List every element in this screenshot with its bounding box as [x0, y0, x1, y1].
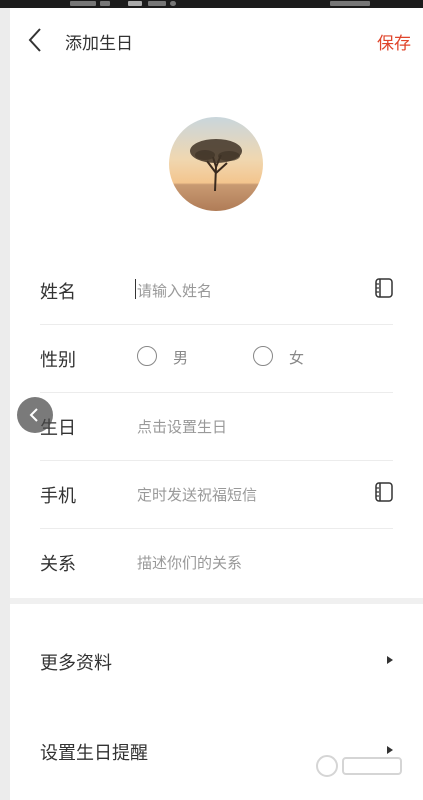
triangle-right-icon	[387, 656, 393, 664]
contact-book-icon[interactable]	[375, 278, 393, 298]
floating-back-button[interactable]	[17, 397, 53, 433]
back-button[interactable]	[24, 26, 48, 54]
save-button[interactable]: 保存	[377, 29, 411, 54]
text-caret	[135, 279, 136, 299]
status-icon	[128, 1, 142, 6]
gender-label: 性别	[40, 350, 76, 371]
relation-input[interactable]: 描述你们的关系	[137, 552, 242, 573]
status-icon	[148, 1, 166, 6]
name-row[interactable]: 姓名 请输入姓名	[40, 256, 393, 325]
birthday-reminder-label: 设置生日提醒	[40, 743, 148, 764]
more-info-label: 更多资料	[40, 653, 112, 674]
gender-female-label: 女	[289, 349, 305, 367]
birthday-row[interactable]: 生日 点击设置生日	[40, 392, 393, 461]
radio-circle-icon	[253, 346, 273, 366]
phone-row[interactable]: 手机 定时发送祝福短信	[40, 460, 393, 529]
name-input[interactable]: 请输入姓名	[137, 280, 212, 301]
chevron-left-icon	[29, 408, 38, 422]
status-icon	[170, 1, 176, 6]
status-icon	[100, 1, 110, 6]
tree-photo-avatar	[169, 117, 263, 211]
section-divider	[10, 598, 423, 604]
watermark-logo	[316, 755, 402, 777]
avatar[interactable]	[169, 117, 263, 211]
relation-label: 关系	[40, 554, 76, 575]
relation-row[interactable]: 关系 描述你们的关系	[40, 528, 393, 596]
chevron-left-icon	[28, 28, 41, 52]
birthday-picker[interactable]: 点击设置生日	[137, 416, 227, 437]
phone-input[interactable]: 定时发送祝福短信	[137, 484, 257, 505]
more-info-row[interactable]: 更多资料	[40, 631, 393, 691]
radio-circle-icon	[137, 346, 157, 366]
phone-label: 手机	[40, 486, 76, 507]
add-birthday-screen: 添加生日 保存 姓名 请输入姓名 性别 男 女 生日 点击设置生日 手机 定时发…	[10, 8, 423, 800]
status-bar	[0, 0, 423, 8]
gender-row: 性别 男 女	[40, 324, 393, 393]
status-icon	[330, 1, 370, 6]
page-title: 添加生日	[65, 34, 133, 54]
gender-male-label: 男	[173, 349, 189, 367]
contact-book-icon[interactable]	[375, 482, 393, 502]
status-icon	[70, 1, 96, 6]
header: 添加生日 保存	[10, 8, 423, 72]
name-label: 姓名	[40, 282, 76, 303]
